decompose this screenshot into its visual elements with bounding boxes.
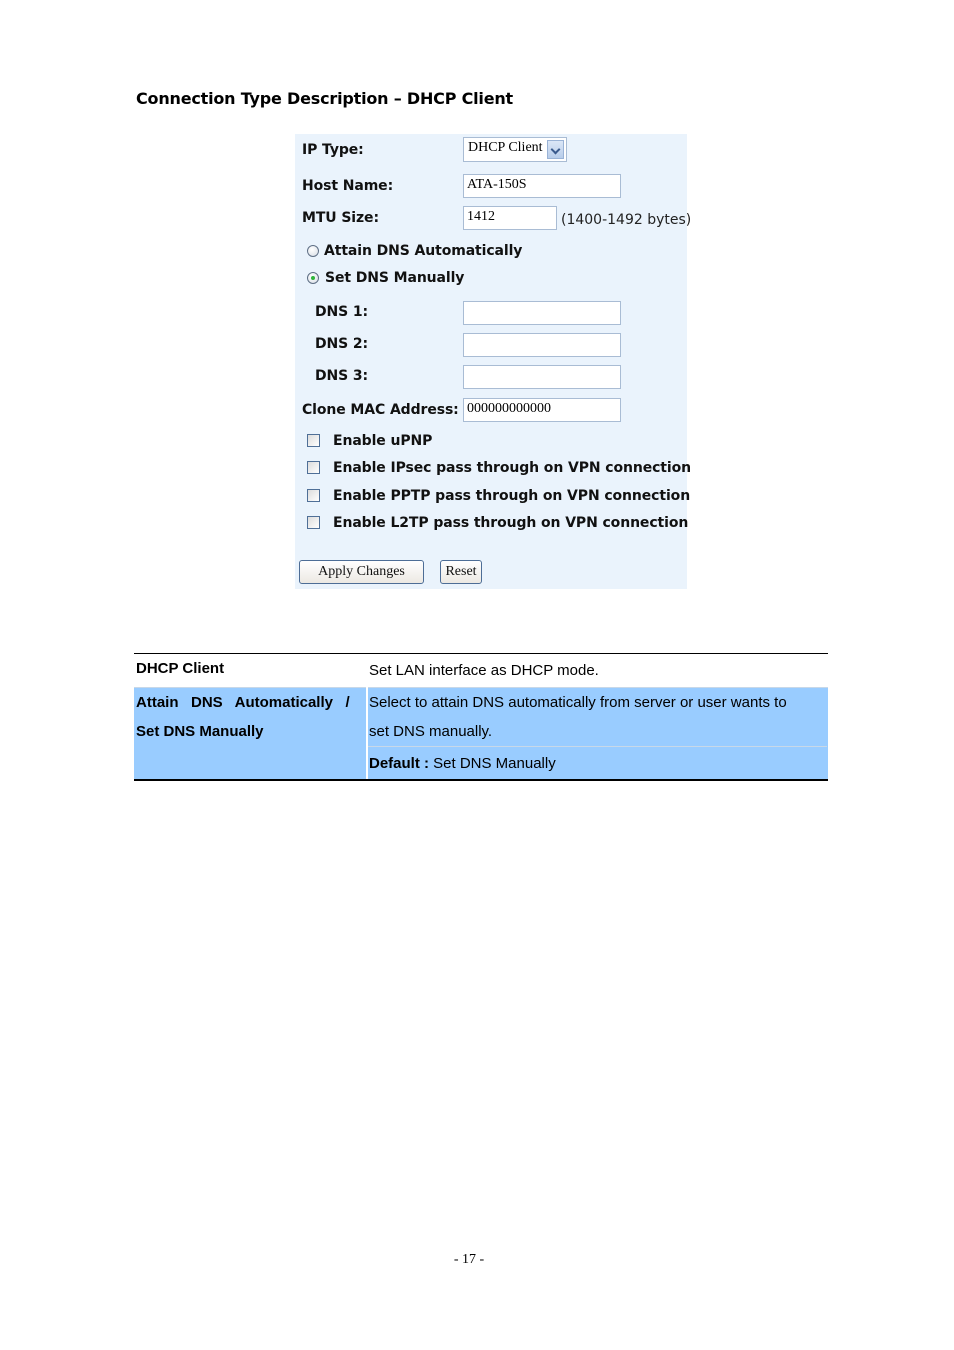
- dns1-label: DNS 1:: [315, 304, 369, 320]
- set-dns-manually-label: Set DNS Manually: [325, 270, 465, 286]
- dhcp-client-settings-panel: IP Type: DHCP Client Host Name: ATA-150S…: [295, 134, 691, 589]
- mtu-size-label: MTU Size:: [302, 210, 379, 226]
- enable-upnp-label: Enable uPNP: [333, 433, 433, 449]
- section-title: Connection Type Description – DHCP Clien…: [136, 89, 513, 108]
- host-name-label: Host Name:: [302, 178, 394, 194]
- row-separator: [134, 687, 828, 688]
- default-value-text: Default : Set DNS Manually: [369, 755, 556, 772]
- default-value: Set DNS Manually: [429, 755, 556, 772]
- mtu-size-input[interactable]: 1412: [463, 206, 557, 230]
- column-divider: [366, 687, 368, 779]
- reset-button[interactable]: Reset: [440, 560, 482, 584]
- description-dns-mode-line1: Select to attain DNS automatically from …: [369, 694, 787, 711]
- enable-l2tp-label: Enable L2TP pass through on VPN connecti…: [333, 515, 689, 531]
- dns1-input[interactable]: [463, 301, 621, 325]
- enable-pptp-checkbox[interactable]: [307, 489, 320, 502]
- enable-l2tp-checkbox[interactable]: [307, 516, 320, 529]
- host-name-input[interactable]: ATA-150S: [463, 174, 621, 198]
- term-dns-mode-line2: Set DNS Manually: [136, 723, 264, 740]
- default-label: Default :: [369, 755, 429, 772]
- clone-mac-input[interactable]: 000000000000: [463, 398, 621, 422]
- ip-type-selected-value: DHCP Client: [468, 140, 543, 155]
- enable-upnp-checkbox[interactable]: [307, 434, 320, 447]
- dns2-input[interactable]: [463, 333, 621, 357]
- apply-changes-button[interactable]: Apply Changes: [299, 560, 424, 584]
- ip-type-select[interactable]: DHCP Client: [463, 137, 567, 162]
- cell-divider: [368, 746, 827, 747]
- term-dns-mode-line1: Attain DNS Automatically /: [136, 694, 350, 711]
- term-dhcp-client: DHCP Client: [136, 660, 225, 677]
- set-dns-manually-radio[interactable]: [307, 272, 319, 284]
- page-number: - 17 -: [453, 1252, 485, 1267]
- mtu-size-hint: (1400-1492 bytes): [561, 212, 692, 228]
- dns3-input[interactable]: [463, 365, 621, 389]
- clone-mac-label: Clone MAC Address:: [302, 402, 459, 418]
- enable-ipsec-checkbox[interactable]: [307, 461, 320, 474]
- ip-type-label: IP Type:: [302, 142, 364, 158]
- attain-dns-automatically-radio[interactable]: [307, 245, 319, 257]
- table-bottom-border: [134, 779, 828, 781]
- description-dhcp-client: Set LAN interface as DHCP mode.: [369, 662, 599, 679]
- enable-pptp-label: Enable PPTP pass through on VPN connecti…: [333, 488, 691, 504]
- chevron-down-icon[interactable]: [547, 140, 564, 159]
- attain-dns-automatically-label: Attain DNS Automatically: [324, 243, 523, 259]
- dns3-label: DNS 3:: [315, 368, 369, 384]
- dns2-label: DNS 2:: [315, 336, 369, 352]
- enable-ipsec-label: Enable IPsec pass through on VPN connect…: [333, 460, 691, 476]
- description-dns-mode-line2: set DNS manually.: [369, 723, 493, 740]
- table-top-border: [134, 653, 828, 654]
